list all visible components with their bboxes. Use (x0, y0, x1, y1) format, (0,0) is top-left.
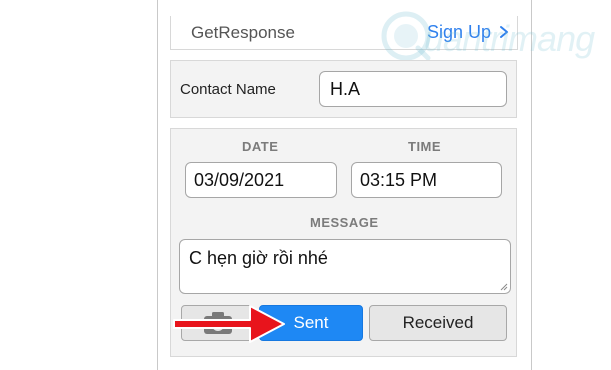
getresponse-label: GetResponse (191, 23, 295, 42)
message-text: C hẹn giờ rồi nhé (189, 248, 328, 268)
resize-grip-icon[interactable] (500, 283, 508, 291)
getresponse-row[interactable]: GetResponse Sign Up (170, 16, 518, 50)
contact-section: Contact Name H.A (170, 60, 517, 118)
contact-name-input[interactable]: H.A (319, 71, 507, 107)
message-textarea[interactable]: C hẹn giờ rồi nhé (179, 239, 511, 294)
camera-button[interactable] (181, 305, 253, 341)
contact-name-label: Contact Name (180, 81, 276, 98)
time-label: TIME (408, 139, 442, 154)
date-input[interactable]: 03/09/2021 (185, 162, 337, 198)
sent-button[interactable]: Sent (259, 305, 363, 341)
message-label: MESSAGE (310, 215, 379, 230)
date-label: DATE (242, 139, 279, 154)
received-button[interactable]: Received (369, 305, 507, 341)
message-panel: DATE TIME 03/09/2021 03:15 PM MESSAGE C … (170, 128, 517, 357)
sign-up-link[interactable]: Sign Up (427, 22, 491, 43)
camera-icon (204, 312, 232, 334)
time-input[interactable]: 03:15 PM (351, 162, 502, 198)
chevron-right-icon (500, 26, 508, 38)
